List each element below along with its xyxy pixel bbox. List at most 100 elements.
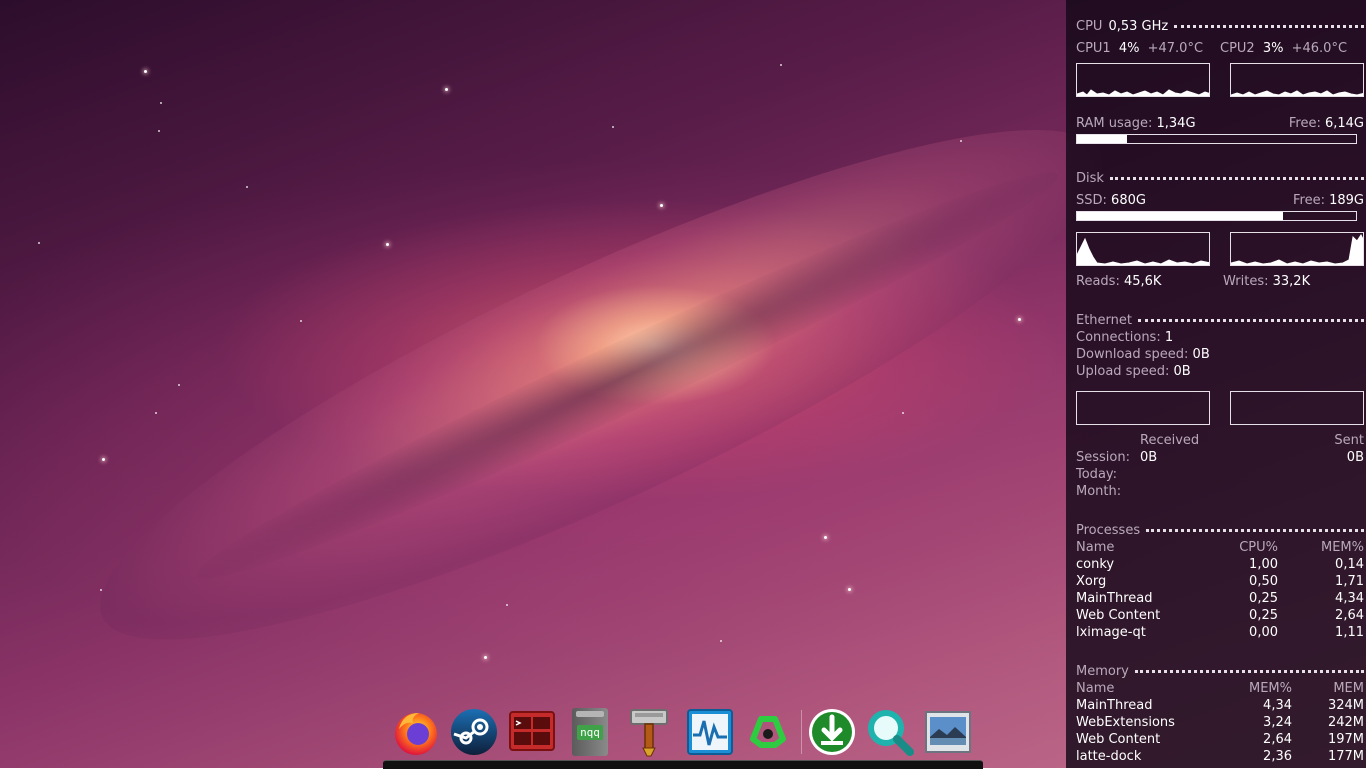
ram-usage-bar-fill bbox=[1077, 135, 1128, 143]
upload-speed-label: Upload speed: bbox=[1076, 364, 1170, 379]
session-sent: 0B bbox=[1346, 450, 1364, 465]
reads-value: 45,6K bbox=[1123, 274, 1162, 289]
processes-col-mem: MEM% bbox=[1321, 540, 1364, 555]
processes-section-header: Processes bbox=[1076, 522, 1364, 539]
traffic-columns-row: Received Sent bbox=[1076, 432, 1364, 449]
process-cpu: 0,25 bbox=[1249, 591, 1278, 606]
process-name: conky bbox=[1076, 557, 1115, 572]
process-cpu: 1,00 bbox=[1249, 557, 1278, 572]
steam-icon bbox=[451, 709, 497, 755]
today-row: Today: bbox=[1076, 466, 1364, 483]
dock-item-hammer[interactable] bbox=[623, 706, 673, 758]
memory-process-pct: 2,64 bbox=[1263, 732, 1292, 747]
month-row: Month: bbox=[1076, 483, 1364, 500]
process-mem: 1,71 bbox=[1335, 574, 1364, 589]
today-label: Today: bbox=[1076, 467, 1118, 482]
dock-item-terminal[interactable] bbox=[507, 706, 557, 758]
process-cpu: 0,50 bbox=[1249, 574, 1278, 589]
dock-item-qbittorrent[interactable] bbox=[743, 706, 793, 758]
cpu2-temp: +46.0°C bbox=[1291, 41, 1348, 56]
memory-header-label: Memory bbox=[1076, 664, 1129, 679]
dock-item-firefox[interactable] bbox=[391, 706, 441, 758]
disk-writes-graph bbox=[1230, 232, 1364, 266]
dock-item-search[interactable] bbox=[865, 706, 915, 758]
ethernet-section-header: Ethernet bbox=[1076, 312, 1364, 329]
star bbox=[144, 70, 147, 73]
star bbox=[445, 88, 448, 91]
writes-value: 33,2K bbox=[1272, 274, 1311, 289]
memory-process-pct: 3,24 bbox=[1263, 715, 1292, 730]
cpu-cores-row: CPU1 4% +47.0°C CPU2 3% +46.0°C bbox=[1076, 40, 1364, 57]
cpu1-label: CPU1 bbox=[1076, 41, 1111, 56]
ssd-usage-bar bbox=[1076, 211, 1357, 221]
sent-label: Sent bbox=[1334, 433, 1364, 448]
memory-columns: Name MEM% MEM bbox=[1076, 680, 1364, 697]
ssd-free-value: 189G bbox=[1329, 193, 1364, 208]
memory-process-mem: 197M bbox=[1327, 732, 1364, 747]
ssd-row: SSD: 680G Free: 189G bbox=[1076, 192, 1364, 209]
section-divider bbox=[1146, 529, 1364, 532]
star bbox=[660, 204, 663, 207]
cpu1-temp: +47.0°C bbox=[1147, 41, 1204, 56]
star bbox=[38, 242, 40, 244]
process-name: Web Content bbox=[1076, 608, 1161, 623]
dock-item-downloader[interactable] bbox=[807, 706, 857, 758]
download-speed-row: Download speed: 0B bbox=[1076, 346, 1364, 363]
process-name: MainThread bbox=[1076, 591, 1153, 606]
table-row: latte-dock 2,36 177M bbox=[1076, 748, 1364, 765]
star bbox=[848, 588, 851, 591]
star bbox=[102, 458, 105, 461]
ssd-usage-bar-fill bbox=[1077, 212, 1284, 220]
ssd-free-label: Free: bbox=[1293, 193, 1325, 208]
cpu1-graph bbox=[1076, 63, 1210, 97]
reads-label: Reads: bbox=[1076, 274, 1120, 289]
memory-process-pct: 2,36 bbox=[1263, 749, 1292, 764]
memory-process-name: MainThread bbox=[1076, 698, 1153, 713]
writes-label: Writes: bbox=[1223, 274, 1269, 289]
conky-system-monitor: CPU 0,53 GHz CPU1 4% +47.0°C CPU2 3% +46… bbox=[1066, 0, 1366, 768]
star bbox=[158, 130, 160, 132]
table-row: lximage-qt 0,00 1,11 bbox=[1076, 624, 1364, 641]
ssd-value: 680G bbox=[1111, 193, 1146, 208]
dock-item-notepadqq[interactable]: nqq bbox=[565, 706, 615, 758]
star bbox=[155, 412, 157, 414]
memory-process-mem: 242M bbox=[1327, 715, 1364, 730]
memory-col-pct: MEM% bbox=[1249, 681, 1292, 696]
cpu-frequency: 0,53 GHz bbox=[1108, 19, 1169, 34]
star bbox=[100, 589, 102, 591]
month-label: Month: bbox=[1076, 484, 1122, 499]
download-speed-value: 0B bbox=[1192, 347, 1210, 362]
upload-speed-row: Upload speed: 0B bbox=[1076, 363, 1364, 380]
process-mem: 0,14 bbox=[1335, 557, 1364, 572]
star bbox=[824, 536, 827, 539]
cpu2-usage: 3% bbox=[1262, 41, 1284, 56]
star bbox=[484, 656, 487, 659]
process-mem: 2,64 bbox=[1335, 608, 1364, 623]
memory-process-name: Web Content bbox=[1076, 732, 1161, 747]
table-row: MainThread 0,25 4,34 bbox=[1076, 590, 1364, 607]
ram-row: RAM usage: 1,34G Free: 6,14G bbox=[1076, 115, 1364, 132]
dock-item-system-monitor[interactable] bbox=[685, 706, 735, 758]
process-cpu: 0,25 bbox=[1249, 608, 1278, 623]
dock-item-steam[interactable] bbox=[449, 706, 499, 758]
latte-dock: nqq bbox=[383, 700, 983, 769]
received-label: Received bbox=[1140, 433, 1200, 448]
star bbox=[246, 186, 248, 188]
process-cpu: 0,00 bbox=[1249, 625, 1278, 640]
connections-value: 1 bbox=[1164, 330, 1174, 345]
processes-header-label: Processes bbox=[1076, 523, 1141, 538]
star bbox=[386, 243, 389, 246]
section-divider bbox=[1138, 319, 1364, 322]
notepadqq-label: nqq bbox=[577, 724, 603, 740]
dock-item-image-viewer[interactable] bbox=[923, 706, 973, 758]
ethernet-header-label: Ethernet bbox=[1076, 313, 1132, 328]
table-row: MainThread 4,34 324M bbox=[1076, 697, 1364, 714]
download-speed-label: Download speed: bbox=[1076, 347, 1189, 362]
memory-process-mem: 324M bbox=[1327, 698, 1364, 713]
section-divider bbox=[1174, 25, 1364, 28]
processes-col-name: Name bbox=[1076, 540, 1115, 555]
notepadqq-icon: nqq bbox=[572, 708, 608, 756]
star bbox=[1018, 318, 1021, 321]
image-viewer-icon bbox=[925, 711, 971, 753]
disk-reads-graph bbox=[1076, 232, 1210, 266]
